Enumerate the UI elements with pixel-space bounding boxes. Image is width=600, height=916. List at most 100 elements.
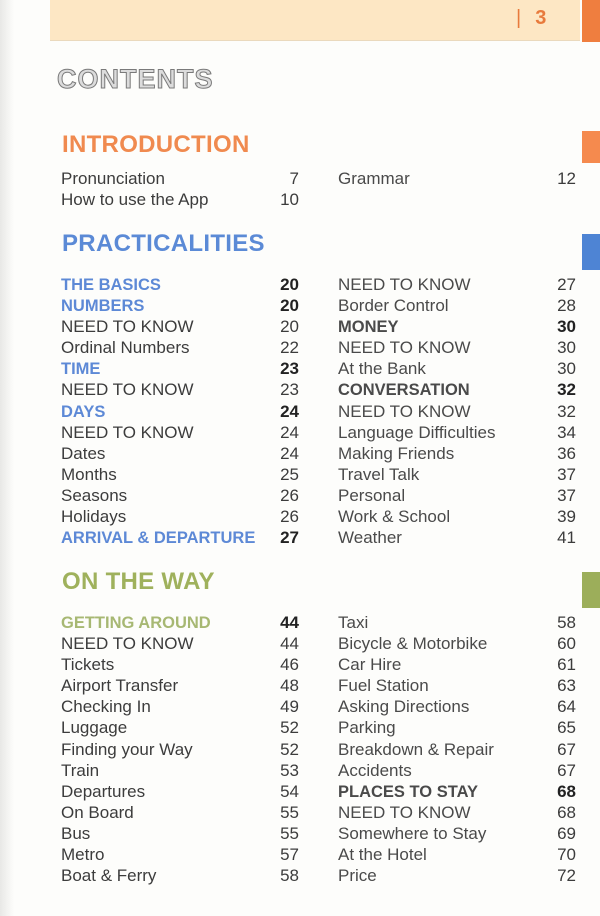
toc-entry[interactable]: Travel Talk 37 — [338, 464, 576, 485]
entry-label: GETTING AROUND — [61, 614, 211, 632]
toc-entry[interactable]: On Board 55 — [61, 802, 299, 823]
toc-entry[interactable]: How to use the App 10 — [61, 189, 299, 210]
entry-label: Taxi — [338, 613, 369, 632]
toc-entry[interactable]: Language Difficulties 34 — [338, 422, 576, 443]
toc-entry[interactable]: Holidays 26 — [61, 506, 299, 527]
edge-tab-practicalities[interactable] — [582, 234, 600, 270]
toc-entry[interactable]: Boat & Ferry 58 — [61, 865, 299, 886]
entry-label: NUMBERS — [61, 297, 145, 316]
entry-page-number: 20 — [280, 296, 299, 316]
toc-heading-entry[interactable]: PLACES TO STAY 68 — [338, 781, 576, 802]
toc-heading-entry[interactable]: ARRIVAL & DEPARTURE 27 — [61, 527, 299, 548]
toc-heading-entry[interactable]: NUMBERS 20 — [61, 295, 299, 316]
toc-heading-entry[interactable]: THE BASICS 20 — [61, 274, 299, 295]
toc-entry[interactable]: Border Control 28 — [338, 295, 576, 316]
toc-entry[interactable]: NEED TO KNOW 23 — [61, 379, 299, 400]
toc-entry[interactable]: Bus 55 — [61, 823, 299, 844]
toc-entry[interactable]: Train 53 — [61, 760, 299, 781]
entry-label: Asking Directions — [338, 697, 470, 717]
entry-page-number: 48 — [280, 676, 299, 696]
entry-label: CONVERSATION — [338, 381, 470, 400]
toc-heading-entry[interactable]: GETTING AROUND 44 — [61, 612, 299, 633]
toc-entry[interactable]: Work & School 39 — [338, 506, 576, 527]
entry-page-number: 70 — [557, 845, 576, 865]
page-gutter-shadow — [0, 0, 14, 916]
page-title: CONTENTS — [57, 64, 214, 95]
entry-label: Bus — [61, 823, 91, 843]
toc-entry[interactable]: Metro 57 — [61, 844, 299, 865]
toc-entry[interactable]: Taxi 58 — [338, 612, 576, 633]
toc-entry[interactable]: Car Hire 61 — [338, 654, 576, 675]
toc-entry[interactable]: Tickets 46 — [61, 654, 299, 675]
entry-label: NEED TO KNOW — [61, 422, 194, 442]
toc-entry[interactable]: NEED TO KNOW 30 — [338, 337, 576, 358]
toc-entry[interactable]: Months 25 — [61, 464, 299, 485]
toc-entry[interactable]: Bicycle & Motorbike 60 — [338, 633, 576, 654]
entry-label: Tickets — [61, 655, 115, 675]
toc-entry[interactable]: Seasons 26 — [61, 485, 299, 506]
entry-label: Ordinal Numbers — [61, 338, 190, 358]
toc-entry[interactable]: Parking 65 — [338, 717, 576, 738]
entry-label: Personal — [338, 485, 406, 505]
entry-label: THE BASICS — [61, 276, 161, 294]
entry-page-number: 22 — [280, 338, 299, 358]
toc-entry[interactable]: Breakdown & Repair 67 — [338, 739, 576, 760]
toc-entry[interactable]: Somewhere to Stay 69 — [338, 823, 576, 844]
edge-tab-on-the-way[interactable] — [582, 572, 600, 608]
edge-tab-introduction[interactable] — [582, 131, 600, 163]
toc-entry[interactable]: NEED TO KNOW 20 — [61, 316, 299, 337]
entry-page-number: 30 — [557, 338, 576, 358]
entry-label: Bicycle & Motorbike — [338, 634, 488, 654]
toc-entry[interactable]: Grammar 12 — [338, 168, 576, 189]
entry-label: Checking In — [61, 697, 151, 717]
section-title-on-the-way[interactable]: ON THE WAY — [62, 568, 215, 596]
toc-entry[interactable]: Accidents 67 — [338, 760, 576, 781]
toc-entry[interactable]: At the Hotel 70 — [338, 844, 576, 865]
toc-entry[interactable]: Making Friends 36 — [338, 443, 576, 464]
entry-label: Fuel Station — [338, 676, 429, 696]
toc-entry[interactable]: NEED TO KNOW 24 — [61, 422, 299, 443]
toc-entry[interactable]: NEED TO KNOW 27 — [338, 274, 576, 295]
toc-entry[interactable]: Finding your Way 52 — [61, 739, 299, 760]
entry-label: Weather — [338, 528, 402, 548]
toc-entry[interactable]: Asking Directions 64 — [338, 696, 576, 717]
entry-label: Metro — [61, 845, 105, 865]
entry-page-number: 55 — [280, 802, 299, 822]
section-title-introduction[interactable]: INTRODUCTION — [62, 131, 250, 159]
toc-entry[interactable]: Fuel Station 63 — [338, 675, 576, 696]
toc-heading-entry[interactable]: CONVERSATION 32 — [338, 379, 576, 400]
toc-heading-entry[interactable]: MONEY 30 — [338, 316, 576, 337]
entry-page-number: 34 — [557, 422, 576, 442]
toc-heading-entry[interactable]: DAYS 24 — [61, 401, 299, 422]
toc-entry[interactable]: Dates 24 — [61, 443, 299, 464]
entry-label: DAYS — [61, 402, 106, 421]
toc-entry[interactable]: NEED TO KNOW 44 — [61, 633, 299, 654]
entry-label: Making Friends — [338, 443, 455, 463]
toc-entry[interactable]: NEED TO KNOW 68 — [338, 802, 576, 823]
entry-page-number: 10 — [280, 190, 299, 210]
toc-entry[interactable]: Airport Transfer 48 — [61, 675, 299, 696]
toc-entry[interactable]: Personal 37 — [338, 485, 576, 506]
toc-entry[interactable]: Luggage 52 — [61, 717, 299, 738]
entry-page-number: 68 — [557, 802, 576, 822]
toc-entry[interactable]: NEED TO KNOW 32 — [338, 401, 576, 422]
entry-label: Border Control — [338, 296, 449, 316]
toc-entry[interactable]: Departures 54 — [61, 781, 299, 802]
entry-label: MONEY — [338, 318, 399, 337]
section-title-practicalities[interactable]: PRACTICALITIES — [62, 230, 265, 258]
entry-label: Travel Talk — [338, 464, 420, 484]
entry-label: PLACES TO STAY — [338, 782, 478, 801]
entry-page-number: 72 — [557, 866, 576, 886]
toc-heading-entry[interactable]: TIME 23 — [61, 358, 299, 379]
entry-label: Months — [61, 464, 117, 484]
toc-entry[interactable]: At the Bank 30 — [338, 358, 576, 379]
entry-page-number: 32 — [557, 401, 576, 421]
toc-entry[interactable]: Checking In 49 — [61, 696, 299, 717]
toc-entry[interactable]: Price 72 — [338, 865, 576, 886]
toc-entry[interactable]: Weather 41 — [338, 527, 576, 548]
entry-page-number: 44 — [280, 613, 299, 632]
entry-page-number: 64 — [557, 697, 576, 717]
entry-page-number: 24 — [280, 443, 299, 463]
toc-entry[interactable]: Ordinal Numbers 22 — [61, 337, 299, 358]
toc-entry[interactable]: Pronunciation 7 — [61, 168, 299, 189]
